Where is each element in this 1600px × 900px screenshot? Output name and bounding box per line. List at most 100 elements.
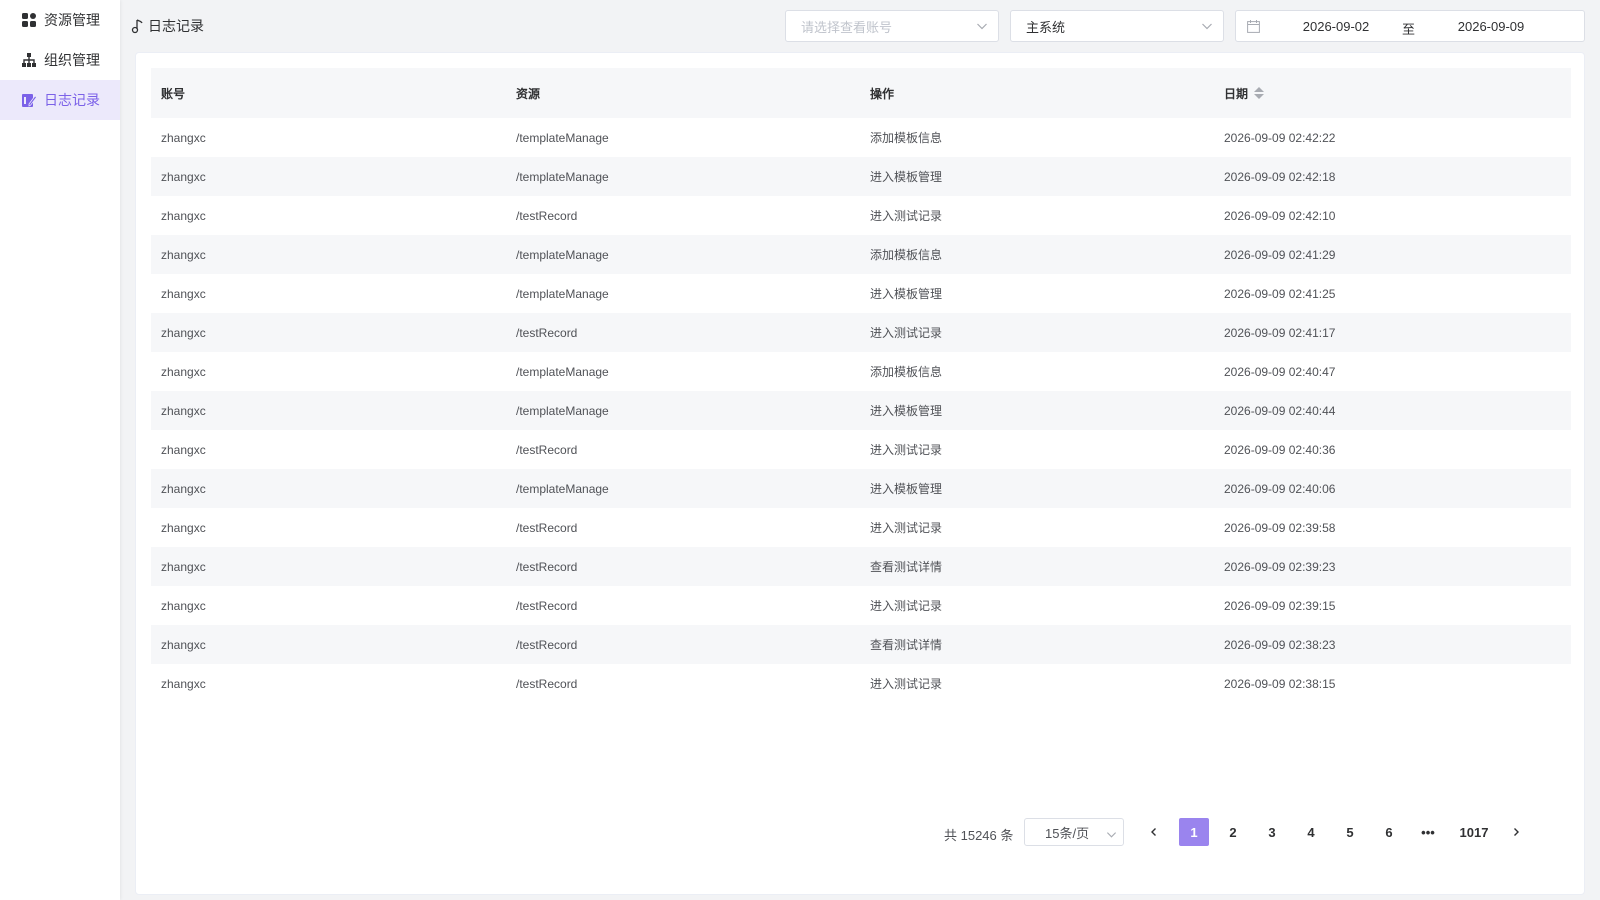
cell-operation: 添加模板信息 — [870, 131, 943, 145]
cell-date: 2026-09-09 02:39:15 — [1224, 598, 1336, 613]
page-button[interactable]: 5 — [1335, 818, 1365, 846]
sort-icon[interactable] — [1254, 87, 1265, 99]
chevron-down-icon — [1106, 828, 1117, 839]
cell-account: zhangxc — [161, 559, 206, 574]
cell-operation: 进入模板管理 — [870, 170, 943, 184]
cell-operation: 进入测试记录 — [870, 599, 943, 613]
cell-operation: 查看测试详情 — [870, 560, 943, 574]
table-row[interactable]: zhangxc/templateManage 进入模板管理 2026-09-09 0… — [151, 157, 1571, 196]
page-button[interactable]: 6 — [1374, 818, 1404, 846]
log-edit-icon — [21, 92, 37, 108]
cell-date: 2026-09-09 02:41:29 — [1224, 247, 1336, 262]
table-row[interactable]: zhangxc/testRecord 进入测试记录 2026-09-09 02:39… — [151, 586, 1571, 625]
date-range-picker[interactable]: 2026-09-02 至 2026-09-09 — [1235, 10, 1585, 42]
column-header-operation: 操作 — [870, 86, 895, 101]
top-bar: 日志记录 请选择查看账号 主系统 2026-09-02 至 2026-09-09 — [120, 0, 1600, 52]
page-button[interactable]: 3 — [1257, 818, 1287, 846]
cell-account: zhangxc — [161, 481, 206, 496]
cell-resource: /testRecord — [516, 442, 578, 457]
cell-date: 2026-09-09 02:39:23 — [1224, 559, 1336, 574]
table-header: 账号 资源 操作 日期 — [151, 68, 1571, 118]
cell-date: 2026-09-09 02:39:58 — [1224, 520, 1336, 535]
cell-date: 2026-09-09 02:38:15 — [1224, 676, 1336, 691]
sidebar-item-label: 组织管理 — [44, 52, 100, 68]
table-row[interactable]: zhangxc/templateManage 进入模板管理 2026-09-09 0… — [151, 469, 1571, 508]
page-button[interactable]: 2 — [1218, 818, 1248, 846]
table-row[interactable]: zhangxc/templateManage 添加模板信息 2026-09-09 0… — [151, 235, 1571, 274]
cell-account: zhangxc — [161, 247, 206, 262]
cell-resource: /testRecord — [516, 598, 578, 613]
cell-account: zhangxc — [161, 325, 206, 340]
column-header-date-label: 日期 — [1224, 86, 1249, 101]
cell-date: 2026-09-09 02:40:44 — [1224, 403, 1336, 418]
cell-resource: /testRecord — [516, 676, 578, 691]
cell-account: zhangxc — [161, 169, 206, 184]
column-header-date[interactable]: 日期 — [1214, 85, 1571, 102]
table-row[interactable]: zhangxc/testRecord 进入测试记录 2026-09-09 02:38… — [151, 664, 1571, 703]
cell-date: 2026-09-09 02:41:17 — [1224, 325, 1336, 340]
page-button[interactable]: 1 — [1179, 818, 1209, 846]
table-row[interactable]: zhangxc/testRecord 查看测试详情 2026-09-09 02:39… — [151, 547, 1571, 586]
log-table-card: 账号 资源 操作 日期 zhangxc/templateManage 添加模板信息… — [135, 52, 1585, 895]
cell-date: 2026-09-09 02:42:18 — [1224, 169, 1336, 184]
org-tree-icon — [21, 52, 37, 68]
cell-operation: 进入测试记录 — [870, 521, 943, 535]
table-row[interactable]: zhangxc/testRecord 查看测试详情 2026-09-09 02:38… — [151, 625, 1571, 664]
system-select[interactable]: 主系统 — [1010, 10, 1224, 42]
end-date-input[interactable]: 2026-09-09 — [1451, 19, 1531, 34]
prev-page-button[interactable] — [1139, 818, 1169, 846]
column-header-resource: 资源 — [516, 86, 541, 101]
page-button[interactable]: 1017 — [1452, 818, 1496, 846]
sidebar-item-label: 日志记录 — [44, 92, 100, 108]
cell-operation: 进入测试记录 — [870, 209, 943, 223]
cell-account: zhangxc — [161, 364, 206, 379]
table-row[interactable]: zhangxc/templateManage 添加模板信息 2026-09-09 0… — [151, 352, 1571, 391]
cell-resource: /testRecord — [516, 520, 578, 535]
cell-date: 2026-09-09 02:42:22 — [1224, 130, 1336, 145]
sidebar-item-resource[interactable]: 资源管理 — [0, 0, 120, 40]
cell-account: zhangxc — [161, 520, 206, 535]
cell-operation: 进入模板管理 — [870, 287, 943, 301]
cell-resource: /testRecord — [516, 637, 578, 652]
cell-resource: /templateManage — [516, 247, 609, 262]
cell-date: 2026-09-09 02:40:06 — [1224, 481, 1336, 496]
chevron-right-icon — [1511, 825, 1521, 840]
cell-resource: /templateManage — [516, 286, 609, 301]
table-row[interactable]: zhangxc/testRecord 进入测试记录 2026-09-09 02:39… — [151, 508, 1571, 547]
cell-account: zhangxc — [161, 637, 206, 652]
table-row[interactable]: zhangxc/templateManage 添加模板信息 2026-09-09 0… — [151, 118, 1571, 157]
cell-resource: /templateManage — [516, 169, 609, 184]
breadcrumb-label: 日志记录 — [148, 18, 204, 34]
page-size-select[interactable]: 15条/页 — [1024, 818, 1124, 846]
page-ellipsis[interactable]: ••• — [1413, 818, 1443, 846]
cell-resource: /templateManage — [516, 364, 609, 379]
table-row[interactable]: zhangxc/testRecord 进入测试记录 2026-09-09 02:42… — [151, 196, 1571, 235]
account-select-placeholder: 请选择查看账号 — [801, 19, 893, 35]
cell-operation: 查看测试详情 — [870, 638, 943, 652]
sidebar-item-organization[interactable]: 组织管理 — [0, 40, 120, 80]
cell-account: zhangxc — [161, 403, 206, 418]
cell-date: 2026-09-09 02:42:10 — [1224, 208, 1336, 223]
account-select[interactable]: 请选择查看账号 — [785, 10, 999, 42]
cell-operation: 进入测试记录 — [870, 443, 943, 457]
chevron-left-icon — [1149, 825, 1159, 840]
page-button[interactable]: 4 — [1296, 818, 1326, 846]
start-date-input[interactable]: 2026-09-02 — [1296, 19, 1376, 34]
cell-resource: /testRecord — [516, 208, 578, 223]
music-note-icon — [130, 18, 144, 34]
cell-resource: /testRecord — [516, 325, 578, 340]
column-header-account: 账号 — [161, 86, 186, 101]
cell-operation: 进入模板管理 — [870, 404, 943, 418]
next-page-button[interactable] — [1501, 818, 1531, 846]
table-row[interactable]: zhangxc/templateManage 进入模板管理 2026-09-09 0… — [151, 274, 1571, 313]
table-row[interactable]: zhangxc/testRecord 进入测试记录 2026-09-09 02:40… — [151, 430, 1571, 469]
table-row[interactable]: zhangxc/testRecord 进入测试记录 2026-09-09 02:41… — [151, 313, 1571, 352]
cell-operation: 进入测试记录 — [870, 326, 943, 340]
date-separator: 至 — [1402, 22, 1416, 37]
cell-date: 2026-09-09 02:41:25 — [1224, 286, 1336, 301]
total-count: 共 15246 条 — [944, 828, 1014, 843]
cell-resource: /testRecord — [516, 559, 578, 574]
sidebar-item-log[interactable]: 日志记录 — [0, 80, 120, 120]
table-row[interactable]: zhangxc/templateManage 进入模板管理 2026-09-09 0… — [151, 391, 1571, 430]
cell-account: zhangxc — [161, 286, 206, 301]
